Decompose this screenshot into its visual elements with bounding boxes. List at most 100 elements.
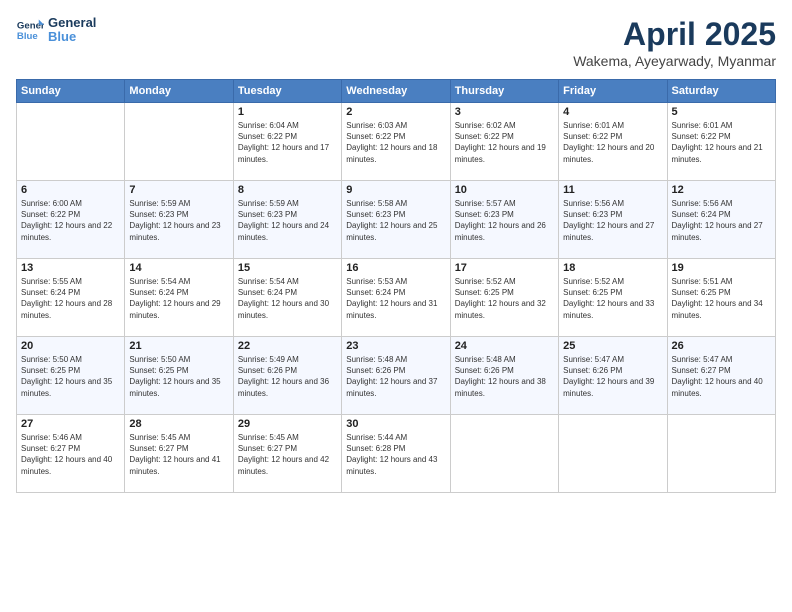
calendar-header-row: SundayMondayTuesdayWednesdayThursdayFrid… <box>17 80 776 103</box>
day-number: 17 <box>455 262 554 274</box>
calendar-cell: 28 Sunrise: 5:45 AM Sunset: 6:27 PM Dayli… <box>125 415 233 493</box>
calendar-cell: 24 Sunrise: 5:48 AM Sunset: 6:26 PM Dayli… <box>450 337 558 415</box>
month-title: April 2025 <box>573 16 776 53</box>
logo-icon: General Blue <box>16 16 44 44</box>
calendar-cell <box>17 103 125 181</box>
day-info: Sunrise: 6:02 AM Sunset: 6:22 PM Dayligh… <box>455 120 554 165</box>
day-number: 8 <box>238 184 337 196</box>
calendar-cell: 18Sunrise: 5:52 AM Sunset: 6:25 PM Dayli… <box>559 259 667 337</box>
day-number: 3 <box>455 106 554 118</box>
calendar-cell: 9Sunrise: 5:58 AM Sunset: 6:23 PM Daylig… <box>342 181 450 259</box>
day-info: Sunrise: 5:48 AM Sunset: 6:26 PM Dayligh… <box>346 354 445 399</box>
day-info: Sunrise: 6:04 AM Sunset: 6:22 PM Dayligh… <box>238 120 337 165</box>
logo-general: General <box>48 16 96 30</box>
weekday-header: Wednesday <box>342 80 450 103</box>
day-info: Sunrise: 5:59 AM Sunset: 6:23 PM Dayligh… <box>129 198 228 243</box>
day-number: 7 <box>129 184 228 196</box>
calendar-cell: 22Sunrise: 5:49 AM Sunset: 6:26 PM Dayli… <box>233 337 341 415</box>
day-number: 22 <box>238 340 337 352</box>
calendar-cell: 29 Sunrise: 5:45 AM Sunset: 6:27 PM Dayli… <box>233 415 341 493</box>
day-number: 4 <box>563 106 662 118</box>
calendar-cell: 12Sunrise: 5:56 AM Sunset: 6:24 PM Dayli… <box>667 181 775 259</box>
calendar-cell: 27 Sunrise: 5:46 AM Sunset: 6:27 PM Dayli… <box>17 415 125 493</box>
day-number: 26 <box>672 340 771 352</box>
calendar-week-row: 27 Sunrise: 5:46 AM Sunset: 6:27 PM Dayli… <box>17 415 776 493</box>
calendar-cell <box>667 415 775 493</box>
calendar-cell <box>125 103 233 181</box>
calendar-table: SundayMondayTuesdayWednesdayThursdayFrid… <box>16 79 776 493</box>
day-info: Sunrise: 5:54 AM Sunset: 6:24 PM Dayligh… <box>129 276 228 321</box>
day-info: Sunrise: 5:54 AM Sunset: 6:24 PM Dayligh… <box>238 276 337 321</box>
calendar-cell: 7 Sunrise: 5:59 AM Sunset: 6:23 PM Daylig… <box>125 181 233 259</box>
day-number: 14 <box>129 262 228 274</box>
calendar-cell: 13 Sunrise: 5:55 AM Sunset: 6:24 PM Dayli… <box>17 259 125 337</box>
day-info: Sunrise: 5:46 AM Sunset: 6:27 PM Dayligh… <box>21 432 120 477</box>
day-number: 10 <box>455 184 554 196</box>
calendar-cell: 4 Sunrise: 6:01 AM Sunset: 6:22 PM Daylig… <box>559 103 667 181</box>
day-info: Sunrise: 5:52 AM Sunset: 6:25 PM Dayligh… <box>455 276 554 321</box>
day-number: 27 <box>21 418 120 430</box>
calendar-cell <box>559 415 667 493</box>
day-info: Sunrise: 6:00 AM Sunset: 6:22 PM Dayligh… <box>21 198 120 243</box>
day-info: Sunrise: 5:59 AM Sunset: 6:23 PM Dayligh… <box>238 198 337 243</box>
day-info: Sunrise: 5:48 AM Sunset: 6:26 PM Dayligh… <box>455 354 554 399</box>
calendar-cell: 30 Sunrise: 5:44 AM Sunset: 6:28 PM Dayli… <box>342 415 450 493</box>
svg-text:Blue: Blue <box>17 31 38 42</box>
calendar-cell: 19Sunrise: 5:51 AM Sunset: 6:25 PM Dayli… <box>667 259 775 337</box>
day-info: Sunrise: 5:50 AM Sunset: 6:25 PM Dayligh… <box>129 354 228 399</box>
day-number: 21 <box>129 340 228 352</box>
weekday-header: Saturday <box>667 80 775 103</box>
calendar-cell <box>450 415 558 493</box>
day-number: 11 <box>563 184 662 196</box>
day-number: 29 <box>238 418 337 430</box>
calendar-cell: 23Sunrise: 5:48 AM Sunset: 6:26 PM Dayli… <box>342 337 450 415</box>
weekday-header: Thursday <box>450 80 558 103</box>
day-info: Sunrise: 5:47 AM Sunset: 6:27 PM Dayligh… <box>672 354 771 399</box>
header: General Blue General Blue April 2025 Wak… <box>16 16 776 69</box>
day-number: 13 <box>21 262 120 274</box>
calendar-week-row: 6 Sunrise: 6:00 AM Sunset: 6:22 PM Daylig… <box>17 181 776 259</box>
day-number: 1 <box>238 106 337 118</box>
calendar-week-row: 20 Sunrise: 5:50 AM Sunset: 6:25 PM Dayli… <box>17 337 776 415</box>
day-number: 30 <box>346 418 445 430</box>
logo-blue: Blue <box>48 30 96 44</box>
day-number: 24 <box>455 340 554 352</box>
calendar-cell: 2Sunrise: 6:03 AM Sunset: 6:22 PM Daylig… <box>342 103 450 181</box>
weekday-header: Friday <box>559 80 667 103</box>
calendar-cell: 1 Sunrise: 6:04 AM Sunset: 6:22 PM Daylig… <box>233 103 341 181</box>
calendar-cell: 3 Sunrise: 6:02 AM Sunset: 6:22 PM Daylig… <box>450 103 558 181</box>
day-info: Sunrise: 5:55 AM Sunset: 6:24 PM Dayligh… <box>21 276 120 321</box>
weekday-header: Sunday <box>17 80 125 103</box>
calendar-week-row: 1 Sunrise: 6:04 AM Sunset: 6:22 PM Daylig… <box>17 103 776 181</box>
calendar-cell: 14 Sunrise: 5:54 AM Sunset: 6:24 PM Dayli… <box>125 259 233 337</box>
day-info: Sunrise: 6:03 AM Sunset: 6:22 PM Dayligh… <box>346 120 445 165</box>
calendar-cell: 8 Sunrise: 5:59 AM Sunset: 6:23 PM Daylig… <box>233 181 341 259</box>
location: Wakema, Ayeyarwady, Myanmar <box>573 53 776 69</box>
weekday-header: Monday <box>125 80 233 103</box>
day-info: Sunrise: 5:45 AM Sunset: 6:27 PM Dayligh… <box>129 432 228 477</box>
calendar-cell: 10 Sunrise: 5:57 AM Sunset: 6:23 PM Dayli… <box>450 181 558 259</box>
day-info: Sunrise: 5:47 AM Sunset: 6:26 PM Dayligh… <box>563 354 662 399</box>
day-info: Sunrise: 5:51 AM Sunset: 6:25 PM Dayligh… <box>672 276 771 321</box>
day-number: 16 <box>346 262 445 274</box>
calendar-cell: 5Sunrise: 6:01 AM Sunset: 6:22 PM Daylig… <box>667 103 775 181</box>
day-number: 20 <box>21 340 120 352</box>
calendar-cell: 15Sunrise: 5:54 AM Sunset: 6:24 PM Dayli… <box>233 259 341 337</box>
weekday-header: Tuesday <box>233 80 341 103</box>
day-info: Sunrise: 6:01 AM Sunset: 6:22 PM Dayligh… <box>672 120 771 165</box>
day-number: 28 <box>129 418 228 430</box>
day-number: 6 <box>21 184 120 196</box>
day-number: 18 <box>563 262 662 274</box>
day-info: Sunrise: 5:56 AM Sunset: 6:24 PM Dayligh… <box>672 198 771 243</box>
day-info: Sunrise: 6:01 AM Sunset: 6:22 PM Dayligh… <box>563 120 662 165</box>
calendar-week-row: 13 Sunrise: 5:55 AM Sunset: 6:24 PM Dayli… <box>17 259 776 337</box>
day-info: Sunrise: 5:58 AM Sunset: 6:23 PM Dayligh… <box>346 198 445 243</box>
day-info: Sunrise: 5:57 AM Sunset: 6:23 PM Dayligh… <box>455 198 554 243</box>
day-info: Sunrise: 5:45 AM Sunset: 6:27 PM Dayligh… <box>238 432 337 477</box>
calendar-cell: 25 Sunrise: 5:47 AM Sunset: 6:26 PM Dayli… <box>559 337 667 415</box>
day-info: Sunrise: 5:44 AM Sunset: 6:28 PM Dayligh… <box>346 432 445 477</box>
calendar-cell: 11Sunrise: 5:56 AM Sunset: 6:23 PM Dayli… <box>559 181 667 259</box>
calendar-cell: 16Sunrise: 5:53 AM Sunset: 6:24 PM Dayli… <box>342 259 450 337</box>
day-number: 25 <box>563 340 662 352</box>
calendar-cell: 17 Sunrise: 5:52 AM Sunset: 6:25 PM Dayli… <box>450 259 558 337</box>
